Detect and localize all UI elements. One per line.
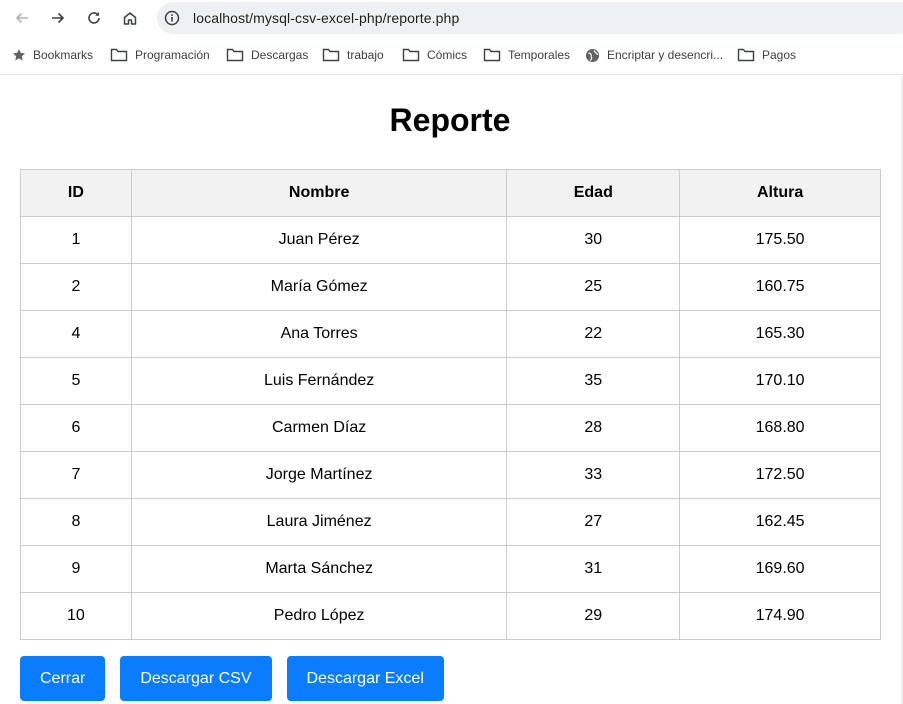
- cell-nombre: Luis Fernández: [130, 357, 508, 405]
- cell-id: 7: [20, 451, 132, 499]
- bookmark-trabajo[interactable]: trabajo: [322, 46, 384, 64]
- bookmark-label: trabajo: [347, 48, 384, 62]
- folder-icon: [402, 48, 420, 62]
- globe-icon: [585, 48, 600, 62]
- column-header-id: ID: [20, 169, 132, 217]
- folder-icon: [483, 48, 501, 62]
- cell-edad: 25: [506, 263, 681, 311]
- cell-nombre: Jorge Martínez: [130, 451, 508, 499]
- folder-icon: [110, 48, 128, 62]
- bookmark-programacion[interactable]: Programación: [110, 46, 210, 64]
- table-header-row: ID Nombre Edad Altura: [20, 169, 881, 217]
- cell-id: 9: [20, 545, 132, 593]
- cell-altura: 162.45: [679, 498, 881, 546]
- arrow-left-icon: [15, 12, 28, 24]
- folder-icon: [226, 48, 244, 62]
- reload-icon: [88, 12, 100, 24]
- cell-id: 5: [20, 357, 132, 405]
- bookmark-label: Programación: [135, 48, 210, 62]
- report-table: ID Nombre Edad Altura 1 Juan Pérez 30 17…: [20, 169, 881, 640]
- cell-edad: 22: [506, 310, 681, 358]
- cell-altura: 168.80: [679, 404, 881, 452]
- table-row: 10 Pedro López 29 174.90: [20, 592, 881, 640]
- cell-edad: 28: [506, 404, 681, 452]
- cell-edad: 33: [506, 451, 681, 499]
- arrow-right-icon: [52, 12, 65, 24]
- table-row: 9 Marta Sánchez 31 169.60: [20, 545, 881, 593]
- reload-button[interactable]: [81, 5, 107, 31]
- bookmark-label: Pagos: [762, 48, 797, 62]
- cell-altura: 175.50: [679, 216, 881, 264]
- cell-edad: 31: [506, 545, 681, 593]
- cell-nombre: María Gómez: [130, 263, 508, 311]
- forward-button[interactable]: [45, 5, 71, 31]
- page-content: Reporte ID Nombre Edad Altura 1 Juan Pér…: [0, 76, 903, 704]
- browser-toolbar: localhost/mysql-csv-excel-php/reporte.ph…: [0, 0, 903, 37]
- cell-altura: 160.75: [679, 263, 881, 311]
- bookmark-bookmarks[interactable]: Bookmarks: [12, 46, 93, 64]
- cell-nombre: Marta Sánchez: [130, 545, 508, 593]
- address-bar[interactable]: localhost/mysql-csv-excel-php/reporte.ph…: [157, 2, 903, 34]
- cell-nombre: Ana Torres: [130, 310, 508, 358]
- bookmark-comics[interactable]: Cómics: [402, 46, 467, 64]
- download-csv-button[interactable]: Descargar CSV: [120, 656, 272, 701]
- cell-edad: 30: [506, 216, 681, 264]
- table-row: 7 Jorge Martínez 33 172.50: [20, 451, 881, 499]
- cell-altura: 172.50: [679, 451, 881, 499]
- cell-id: 1: [20, 216, 132, 264]
- url-text[interactable]: localhost/mysql-csv-excel-php/reporte.ph…: [193, 10, 459, 26]
- cell-id: 4: [20, 310, 132, 358]
- bookmark-pagos[interactable]: Pagos: [737, 46, 796, 64]
- close-button[interactable]: Cerrar: [20, 656, 106, 701]
- column-header-nombre: Nombre: [130, 169, 508, 217]
- cell-nombre: Laura Jiménez: [130, 498, 508, 546]
- cell-nombre: Carmen Díaz: [130, 404, 508, 452]
- column-header-edad: Edad: [506, 169, 681, 217]
- table-row: 4 Ana Torres 22 165.30: [20, 310, 881, 358]
- cell-edad: 27: [506, 498, 681, 546]
- folder-icon: [322, 48, 340, 62]
- table-row: 2 María Gómez 25 160.75: [20, 263, 881, 311]
- cell-id: 8: [20, 498, 132, 546]
- home-button[interactable]: [117, 5, 143, 31]
- cell-edad: 35: [506, 357, 681, 405]
- table-row: 1 Juan Pérez 30 175.50: [20, 216, 881, 264]
- site-info-icon[interactable]: [164, 10, 180, 26]
- star-icon: [13, 49, 25, 61]
- cell-id: 6: [20, 404, 132, 452]
- cell-nombre: Pedro López: [130, 592, 508, 640]
- bookmark-encriptar[interactable]: Encriptar y desencri...: [585, 46, 723, 64]
- back-button[interactable]: [9, 5, 35, 31]
- download-excel-button[interactable]: Descargar Excel: [286, 656, 444, 701]
- bookmarks-bar: Bookmarks Programación Descargas trabajo…: [0, 37, 903, 75]
- bookmark-temporales[interactable]: Temporales: [483, 46, 570, 64]
- column-header-altura: Altura: [679, 169, 881, 217]
- cell-altura: 170.10: [679, 357, 881, 405]
- bookmark-label: Descargas: [251, 48, 309, 62]
- table-row: 6 Carmen Díaz 28 168.80: [20, 404, 881, 452]
- cell-id: 2: [20, 263, 132, 311]
- bookmark-label: Temporales: [508, 48, 571, 62]
- page-title: Reporte: [389, 102, 511, 138]
- cell-altura: 174.90: [679, 592, 881, 640]
- cell-nombre: Juan Pérez: [130, 216, 508, 264]
- bookmark-label: Cómics: [427, 48, 468, 62]
- table-row: 8 Laura Jiménez 27 162.45: [20, 498, 881, 546]
- table-row: 5 Luis Fernández 35 170.10: [20, 357, 881, 405]
- bookmark-descargas[interactable]: Descargas: [226, 46, 308, 64]
- folder-icon: [737, 48, 755, 62]
- cell-altura: 169.60: [679, 545, 881, 593]
- cell-altura: 165.30: [679, 310, 881, 358]
- bookmark-label: Encriptar y desencri...: [607, 48, 724, 62]
- action-buttons: Cerrar Descargar CSV Descargar Excel: [20, 656, 459, 701]
- cell-edad: 29: [506, 592, 681, 640]
- home-icon: [123, 12, 137, 25]
- bookmark-label: Bookmarks: [33, 48, 94, 62]
- cell-id: 10: [20, 592, 132, 640]
